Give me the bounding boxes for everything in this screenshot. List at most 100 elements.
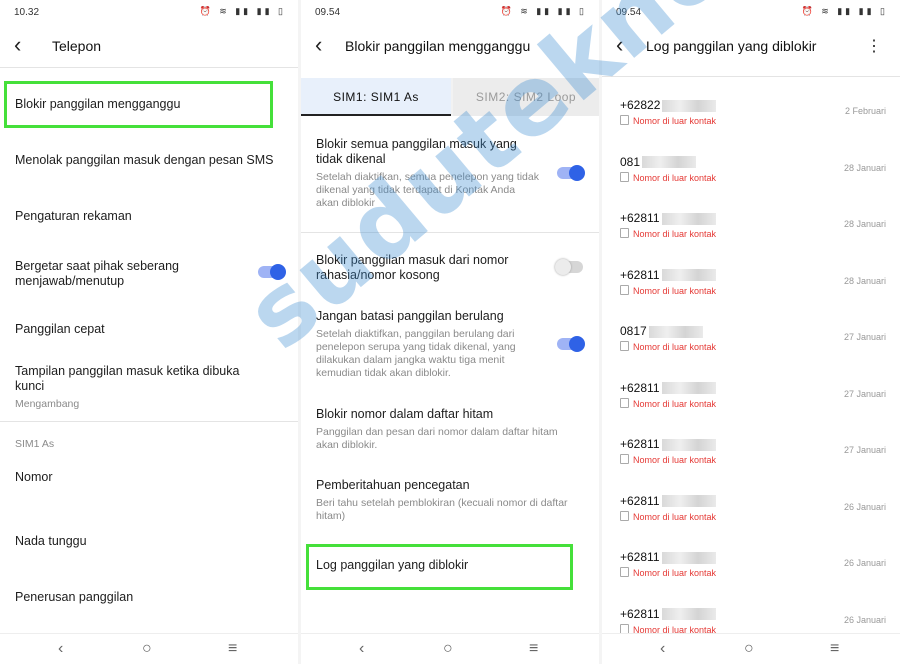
nav-home-icon[interactable]: ○ — [443, 640, 453, 658]
tab-sim2[interactable]: SIM2: SIM2 Loop — [453, 78, 599, 116]
redacted-number — [648, 325, 703, 338]
toggle-berulang[interactable] — [557, 336, 585, 352]
nav-back-icon[interactable]: ‹ — [58, 640, 63, 658]
tab-sim1[interactable]: SIM1: SIM1 As — [301, 78, 451, 116]
menu-item-label: Nomor — [15, 470, 53, 484]
status-time: 09.54 — [616, 7, 642, 18]
app-header: ‹ Telepon — [0, 26, 298, 70]
nav-menu-icon[interactable]: ≡ — [830, 640, 839, 658]
menu-item-penerusan[interactable]: Penerusan panggilan — [15, 590, 283, 605]
page-title: Telepon — [52, 38, 102, 54]
redacted-number — [661, 495, 716, 508]
call-log-row[interactable]: +62811 Nomor di luar kontak 28 Januari — [620, 211, 886, 267]
menu-item-tolak-sms[interactable]: Menolak panggilan masuk dengan pesan SMS — [15, 153, 283, 168]
menu-item-bergetar[interactable]: Bergetar saat pihak seberang menjawab/me… — [15, 259, 238, 289]
call-log-row[interactable]: 0817 Nomor di luar kontak 27 Januari — [620, 324, 886, 380]
menu-item-label: Pengaturan rekaman — [15, 209, 132, 223]
toggle-tidak-dikenal[interactable] — [557, 165, 585, 181]
bergetar-toggle[interactable] — [258, 264, 286, 280]
setting-panggilan-berulang[interactable]: Jangan batasi panggilan berulang Setelah… — [316, 309, 549, 380]
menu-item-nada-tunggu[interactable]: Nada tunggu — [15, 534, 283, 549]
setting-blokir-tidak-dikenal[interactable]: Blokir semua panggilan masuk yang tidak … — [316, 137, 539, 210]
toggle-knob — [555, 259, 571, 275]
menu-item-label: Tampilan panggilan masuk ketika dibuka k… — [15, 364, 240, 393]
blokir-screen: 09.54 ⏰ ≋ ▮▮ ▮▮ ▯ ‹ Blokir panggilan men… — [301, 0, 599, 664]
status-time: 10.32 — [14, 7, 40, 18]
contact-status: Nomor di luar kontak — [620, 567, 886, 578]
contact-tag-icon — [620, 171, 629, 182]
contact-status-text: Nomor di luar kontak — [633, 568, 717, 578]
phone-number-text: +62811 — [620, 493, 660, 508]
nav-menu-icon[interactable]: ≡ — [228, 640, 237, 658]
menu-item-nomor[interactable]: Nomor — [15, 470, 283, 485]
more-options-icon[interactable]: ⋮ — [866, 36, 882, 56]
nav-menu-icon[interactable]: ≡ — [529, 640, 538, 658]
nav-back-icon[interactable]: ‹ — [660, 640, 665, 658]
contact-tag-icon — [620, 623, 629, 634]
setting-label: Blokir semua panggilan masuk yang tidak … — [316, 137, 517, 166]
phone-number-text: 081 — [620, 154, 641, 169]
call-date: 27 Januari — [843, 388, 886, 399]
phone-number-text: +62811 — [620, 380, 660, 395]
menu-item-label: Bergetar saat pihak seberang menjawab/me… — [15, 259, 179, 288]
menu-item-panggilan-cepat[interactable]: Panggilan cepat — [15, 322, 283, 337]
call-log-row[interactable]: 081 Nomor di luar kontak 28 Januari — [620, 155, 886, 211]
phone-number-text: +62811 — [620, 211, 660, 225]
call-log-row[interactable]: +62811 Nomor di luar kontak 26 Januari — [620, 550, 886, 606]
redacted-number — [661, 269, 716, 282]
contact-status: Nomor di luar kontak — [620, 397, 886, 409]
call-date: 28 Januari — [843, 219, 886, 229]
nav-home-icon[interactable]: ○ — [744, 640, 754, 658]
contact-status-text: Nomor di luar kontak — [633, 172, 717, 183]
contact-tag-icon — [620, 341, 629, 351]
divider — [301, 232, 599, 233]
menu-item-sub: Mengambang — [15, 398, 80, 410]
status-bar: 09.54 ⏰ ≋ ▮▮ ▮▮ ▯ — [301, 0, 599, 24]
page-title: Log panggilan yang diblokir — [646, 38, 817, 54]
contact-tag-icon — [620, 284, 629, 295]
back-arrow-icon[interactable]: ‹ — [315, 34, 335, 58]
phone-number-text: +62811 — [620, 267, 660, 282]
call-log-row[interactable]: +62811 Nomor di luar kontak 27 Januari — [620, 437, 886, 493]
status-bar: 09.54 ⏰ ≋ ▮▮ ▮▮ ▯ — [602, 0, 900, 24]
contact-status-text: Nomor di luar kontak — [633, 285, 717, 296]
divider — [602, 76, 900, 77]
phone-number-text: +62811 — [620, 606, 660, 621]
contact-status-text: Nomor di luar kontak — [633, 511, 717, 522]
setting-pemberitahuan[interactable]: Pemberitahuan pencegatan Beri tahu setel… — [316, 478, 569, 523]
phone-number-text: 0817 — [620, 324, 647, 338]
contact-status: Nomor di luar kontak — [620, 228, 886, 239]
call-log-row[interactable]: +62811 Nomor di luar kontak 27 Januari — [620, 381, 886, 437]
setting-label: Blokir nomor dalam daftar hitam — [316, 407, 494, 421]
status-time: 09.54 — [315, 7, 341, 18]
call-log-row[interactable]: +62811 Nomor di luar kontak 26 Januari — [620, 494, 886, 550]
contact-status-text: Nomor di luar kontak — [633, 398, 717, 409]
contact-tag-icon — [620, 397, 629, 408]
call-log-row[interactable]: +62822 Nomor di luar kontak 2 Februari — [620, 98, 886, 154]
menu-item-tampilan[interactable]: Tampilan panggilan masuk ketika dibuka k… — [15, 364, 258, 411]
contact-status-text: Nomor di luar kontak — [633, 229, 717, 239]
nav-back-icon[interactable]: ‹ — [359, 640, 364, 658]
redacted-number — [661, 551, 716, 564]
setting-blokir-rahasia[interactable]: Blokir panggilan masuk dari nomor rahasi… — [316, 253, 539, 283]
setting-sub: Setelah diaktifkan, panggilan berulang d… — [316, 328, 516, 379]
setting-sub: Setelah diaktifkan, semua penelepon yang… — [316, 171, 539, 209]
highlight-box — [4, 81, 273, 128]
setting-daftar-hitam[interactable]: Blokir nomor dalam daftar hitam Panggila… — [316, 407, 569, 452]
call-date: 26 Januari — [843, 501, 886, 512]
app-header: ‹ Log panggilan yang diblokir ⋮ — [602, 26, 900, 70]
menu-item-rekaman[interactable]: Pengaturan rekaman — [15, 209, 283, 224]
toggle-knob — [270, 264, 286, 280]
status-icons: ⏰ ≋ ▮▮ ▮▮ ▯ — [500, 6, 587, 16]
redacted-number — [662, 99, 717, 112]
setting-sub: Beri tahu setelah pemblokiran (kecuali n… — [316, 497, 568, 522]
back-arrow-icon[interactable]: ‹ — [616, 34, 636, 58]
call-log-row[interactable]: +62811 Nomor di luar kontak 28 Januari — [620, 268, 886, 324]
section-header: SIM1 As — [15, 438, 55, 450]
contact-tag-icon — [620, 115, 629, 125]
nav-home-icon[interactable]: ○ — [142, 640, 152, 658]
highlight-box — [306, 544, 573, 590]
toggle-rahasia[interactable] — [555, 259, 583, 275]
back-arrow-icon[interactable]: ‹ — [14, 34, 34, 58]
setting-sub: Panggilan dan pesan dari nomor dalam daf… — [316, 426, 558, 451]
